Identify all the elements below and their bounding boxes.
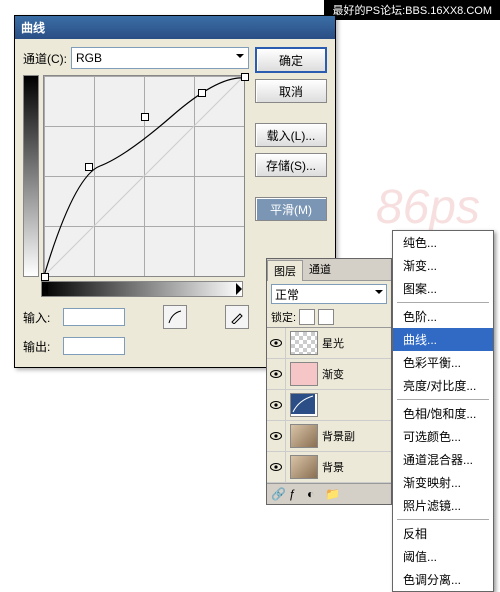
layer-thumbnail bbox=[290, 424, 318, 448]
output-value[interactable] bbox=[63, 337, 125, 355]
layer-thumbnail bbox=[290, 331, 318, 355]
layer-name: 渐变 bbox=[322, 366, 344, 382]
layer-row[interactable]: 星光 bbox=[267, 328, 391, 359]
lock-row: 锁定: bbox=[267, 307, 391, 328]
menu-item[interactable]: 照片滤镜... bbox=[393, 494, 493, 517]
layers-panel: 图层 通道 正常 锁定: 星光渐变背景副背景 🔗 ƒ ◐ 📁 bbox=[266, 258, 392, 505]
visibility-toggle[interactable] bbox=[267, 328, 286, 358]
pencil-tool-icon[interactable] bbox=[225, 305, 249, 329]
lock-label: 锁定: bbox=[271, 309, 296, 325]
visibility-toggle[interactable] bbox=[267, 359, 286, 389]
horizontal-gradient[interactable] bbox=[41, 281, 243, 297]
layer-thumbnail bbox=[290, 393, 318, 417]
layer-thumbnail bbox=[290, 362, 318, 386]
cancel-button[interactable]: 取消 bbox=[255, 79, 327, 103]
adjustment-icon[interactable]: ◐ bbox=[307, 487, 321, 501]
menu-item[interactable]: 通道混合器... bbox=[393, 448, 493, 471]
panel-tabs: 图层 通道 bbox=[267, 259, 391, 281]
menu-item[interactable]: 色相/饱和度... bbox=[393, 402, 493, 425]
layer-row[interactable]: 背景 bbox=[267, 452, 391, 483]
blend-mode-select[interactable]: 正常 bbox=[271, 284, 387, 304]
layer-name: 背景 bbox=[322, 459, 344, 475]
chevron-down-icon bbox=[236, 54, 244, 62]
menu-item[interactable]: 渐变... bbox=[393, 254, 493, 277]
layer-row[interactable]: 背景副 bbox=[267, 421, 391, 452]
panel-footer: 🔗 ƒ ◐ 📁 bbox=[267, 483, 391, 504]
menu-item[interactable]: 色彩平衡... bbox=[393, 351, 493, 374]
tab-channels[interactable]: 通道 bbox=[303, 259, 337, 280]
channel-value: RGB bbox=[76, 51, 102, 65]
input-label: 输入: bbox=[23, 309, 59, 326]
vertical-gradient bbox=[23, 75, 39, 277]
output-label: 输出: bbox=[23, 338, 59, 355]
bg-watermark: 86ps bbox=[376, 180, 480, 235]
visibility-toggle[interactable] bbox=[267, 452, 286, 482]
lock-transparent-icon[interactable] bbox=[299, 309, 315, 325]
menu-item[interactable]: 纯色... bbox=[393, 231, 493, 254]
input-value[interactable] bbox=[63, 308, 125, 326]
fx-icon[interactable]: ƒ bbox=[289, 487, 303, 501]
link-icon[interactable]: 🔗 bbox=[271, 487, 285, 501]
menu-item[interactable]: 曲线... bbox=[393, 328, 493, 351]
menu-item[interactable]: 阈值... bbox=[393, 545, 493, 568]
folder-icon[interactable]: 📁 bbox=[325, 487, 339, 501]
menu-item[interactable]: 色调分离... bbox=[393, 568, 493, 591]
ok-button[interactable]: 确定 bbox=[255, 47, 327, 73]
menu-item[interactable]: 反相 bbox=[393, 522, 493, 545]
watermark-banner: 最好的PS论坛:BBS.16XX8.COM bbox=[324, 0, 500, 20]
adjustment-menu: 纯色...渐变...图案... 色阶...曲线...色彩平衡...亮度/对比度..… bbox=[392, 230, 494, 592]
layer-row[interactable] bbox=[267, 390, 391, 421]
menu-item[interactable]: 可选颜色... bbox=[393, 425, 493, 448]
lock-paint-icon[interactable] bbox=[318, 309, 334, 325]
dialog-title: 曲线 bbox=[15, 16, 335, 39]
channel-label: 通道(C): bbox=[23, 50, 67, 67]
tab-layers[interactable]: 图层 bbox=[267, 260, 303, 281]
menu-item[interactable]: 色阶... bbox=[393, 305, 493, 328]
menu-item[interactable]: 图案... bbox=[393, 277, 493, 300]
visibility-toggle[interactable] bbox=[267, 421, 286, 451]
curve-tool-icon[interactable] bbox=[163, 305, 187, 329]
layer-thumbnail bbox=[290, 455, 318, 479]
channel-select[interactable]: RGB bbox=[71, 47, 249, 69]
smooth-button[interactable]: 平滑(M) bbox=[255, 197, 327, 221]
menu-item[interactable]: 渐变映射... bbox=[393, 471, 493, 494]
load-button[interactable]: 载入(L)... bbox=[255, 123, 327, 147]
blend-mode-value: 正常 bbox=[275, 286, 299, 303]
menu-item[interactable]: 亮度/对比度... bbox=[393, 374, 493, 397]
save-button[interactable]: 存储(S)... bbox=[255, 153, 327, 177]
layer-name: 背景副 bbox=[322, 428, 355, 444]
curve-editor[interactable] bbox=[43, 75, 245, 277]
visibility-toggle[interactable] bbox=[267, 390, 286, 420]
layer-name: 星光 bbox=[322, 335, 344, 351]
layer-row[interactable]: 渐变 bbox=[267, 359, 391, 390]
chevron-down-icon bbox=[375, 290, 383, 298]
